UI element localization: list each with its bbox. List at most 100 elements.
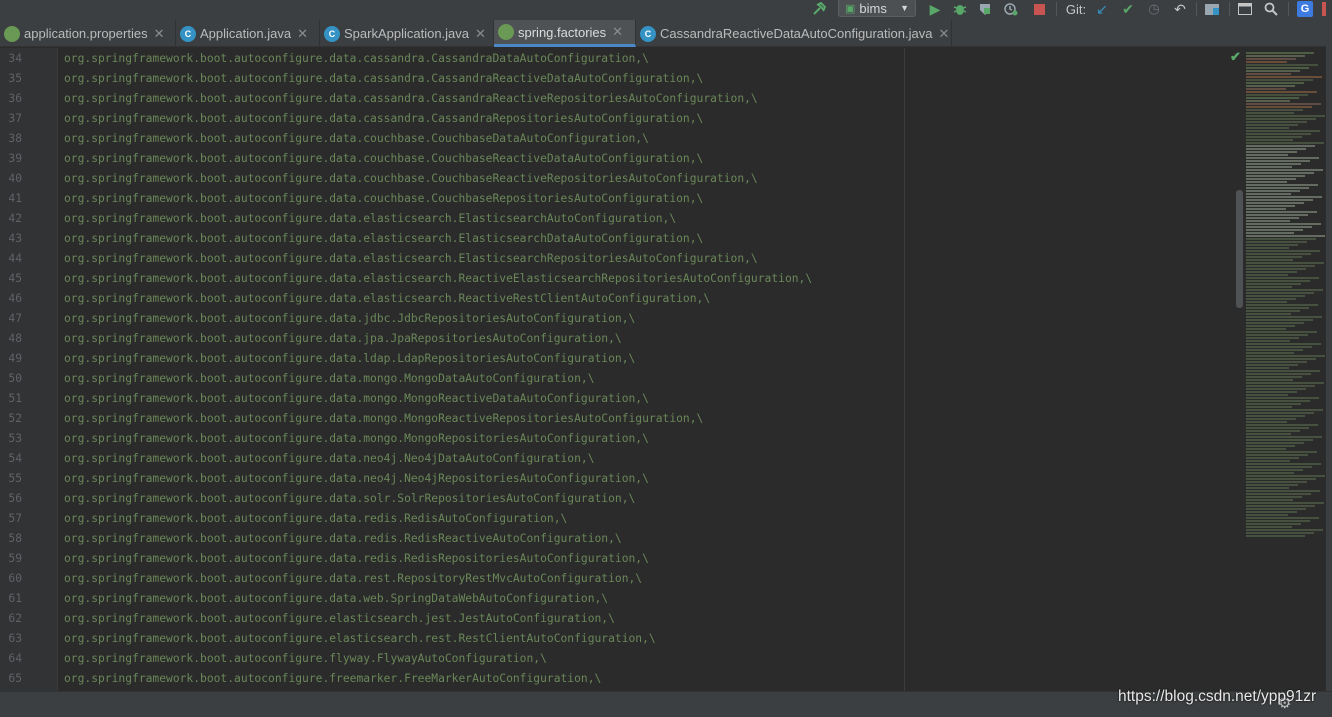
tab-cassandra-reactive-data-auto-configuration-java[interactable]: C CassandraReactiveDataAutoConfiguration… bbox=[636, 20, 952, 47]
code-line[interactable]: org.springframework.boot.autoconfigure.d… bbox=[64, 229, 703, 249]
tab-application-java[interactable]: C Application.java ✕ bbox=[176, 20, 320, 47]
minimap-line bbox=[1246, 121, 1307, 123]
line-number: 46 bbox=[8, 292, 22, 305]
code-line[interactable]: org.springframework.boot.autoconfigure.d… bbox=[64, 589, 608, 609]
minimap-line bbox=[1246, 82, 1304, 84]
minimap-line bbox=[1246, 97, 1299, 99]
code-line[interactable]: org.springframework.boot.autoconfigure.e… bbox=[64, 629, 656, 649]
code-line[interactable]: org.springframework.boot.autoconfigure.d… bbox=[64, 449, 595, 469]
minimap-line bbox=[1246, 454, 1308, 456]
code-line[interactable]: org.springframework.boot.autoconfigure.d… bbox=[64, 49, 649, 69]
rollback-icon[interactable]: ↶ bbox=[1171, 0, 1189, 18]
minimap-line bbox=[1246, 256, 1302, 258]
minimap-line bbox=[1246, 52, 1314, 54]
code-line[interactable]: org.springframework.boot.autoconfigure.d… bbox=[64, 249, 758, 269]
minimap-line bbox=[1246, 253, 1311, 255]
tab-label: SparkApplication.java bbox=[344, 26, 470, 41]
profile-icon[interactable] bbox=[1002, 0, 1020, 18]
close-icon[interactable]: ✕ bbox=[297, 26, 308, 42]
line-number: 48 bbox=[8, 332, 22, 345]
code-line[interactable]: org.springframework.boot.autoconfigure.d… bbox=[64, 189, 703, 209]
code-line[interactable]: org.springframework.boot.autoconfigure.d… bbox=[64, 429, 649, 449]
code-line[interactable]: org.springframework.boot.autoconfigure.d… bbox=[64, 69, 703, 89]
code-line[interactable]: org.springframework.boot.autoconfigure.d… bbox=[64, 569, 642, 589]
line-number: 53 bbox=[8, 432, 22, 445]
minimap-line bbox=[1246, 514, 1288, 516]
code-line[interactable]: org.springframework.boot.autoconfigure.d… bbox=[64, 89, 758, 109]
minimap-line bbox=[1246, 463, 1321, 465]
minimap-line bbox=[1246, 415, 1305, 417]
history-icon[interactable]: ◷ bbox=[1145, 0, 1163, 18]
minimap-line bbox=[1246, 163, 1301, 165]
line-number: 52 bbox=[8, 412, 22, 425]
minimap-line bbox=[1246, 460, 1290, 462]
code-line[interactable]: org.springframework.boot.autoconfigure.d… bbox=[64, 469, 649, 489]
close-icon[interactable]: ✕ bbox=[475, 26, 486, 42]
tab-application-properties[interactable]: application.properties ✕ bbox=[0, 20, 176, 47]
minimap-line bbox=[1246, 379, 1293, 381]
translate-icon[interactable]: G bbox=[1296, 0, 1314, 18]
code-editor[interactable]: 34 35 36 37 38 39 40 41 42 43 44 45 46 47 48 49 50 51 52 53… bbox=[0, 48, 1332, 691]
minimap-line bbox=[1246, 328, 1286, 330]
code-line[interactable]: org.springframework.boot.autoconfigure.d… bbox=[64, 529, 622, 549]
code-line[interactable]: org.springframework.boot.autoconfigure.d… bbox=[64, 109, 703, 129]
git-update-icon[interactable]: ↙ bbox=[1093, 0, 1111, 18]
code-line[interactable]: org.springframework.boot.autoconfigure.d… bbox=[64, 309, 635, 329]
chevron-down-icon: ▼ bbox=[900, 3, 909, 13]
close-icon[interactable]: ✕ bbox=[154, 26, 165, 42]
tab-spark-application-java[interactable]: C SparkApplication.java ✕ bbox=[320, 20, 494, 47]
minimap-line bbox=[1246, 436, 1322, 438]
code-line[interactable]: org.springframework.boot.autoconfigure.e… bbox=[64, 609, 615, 629]
code-line[interactable]: org.springframework.boot.autoconfigure.d… bbox=[64, 129, 649, 149]
tab-spring-factories[interactable]: spring.factories ✕ bbox=[494, 20, 636, 47]
minimap-line bbox=[1246, 238, 1316, 240]
minimap-line bbox=[1246, 166, 1292, 168]
code-line[interactable]: org.springframework.boot.autoconfigure.d… bbox=[64, 209, 676, 229]
minimap-line bbox=[1246, 64, 1318, 66]
vertical-scrollbar[interactable] bbox=[1236, 48, 1244, 691]
code-line[interactable]: org.springframework.boot.autoconfigure.d… bbox=[64, 409, 703, 429]
build-hammer-icon[interactable] bbox=[810, 0, 828, 18]
minimap-line bbox=[1246, 286, 1292, 288]
code-line[interactable]: org.springframework.boot.autoconfigure.d… bbox=[64, 549, 649, 569]
minimap-line bbox=[1246, 427, 1309, 429]
code-line[interactable]: org.springframework.boot.autoconfigure.d… bbox=[64, 169, 758, 189]
right-tool-window-strip[interactable] bbox=[1326, 0, 1332, 717]
close-icon[interactable]: ✕ bbox=[938, 26, 949, 42]
code-line[interactable]: org.springframework.boot.autoconfigure.d… bbox=[64, 389, 649, 409]
run-configuration-select[interactable]: ▣ bims ▼ bbox=[838, 0, 916, 17]
line-number-gutter[interactable]: 34 35 36 37 38 39 40 41 42 43 44 45 46 47 48 49 50 51 52 53… bbox=[0, 48, 58, 691]
minimap-line bbox=[1246, 520, 1310, 522]
stop-icon[interactable] bbox=[1030, 0, 1048, 18]
code-line[interactable]: org.springframework.boot.autoconfigure.d… bbox=[64, 509, 567, 529]
git-commit-icon[interactable]: ✔ bbox=[1119, 0, 1137, 18]
code-line[interactable]: org.springframework.boot.autoconfigure.d… bbox=[64, 349, 635, 369]
terminal-icon[interactable] bbox=[1236, 0, 1254, 18]
code-line[interactable]: org.springframework.boot.autoconfigure.f… bbox=[64, 669, 601, 689]
minimap-line bbox=[1246, 190, 1300, 192]
minimap-line bbox=[1246, 67, 1309, 69]
debug-icon[interactable] bbox=[951, 0, 969, 18]
code-line[interactable]: org.springframework.boot.autoconfigure.d… bbox=[64, 489, 635, 509]
minimap-line bbox=[1246, 391, 1297, 393]
code-line[interactable]: org.springframework.boot.autoconfigure.d… bbox=[64, 369, 595, 389]
search-icon[interactable] bbox=[1262, 0, 1280, 18]
scrollbar-thumb[interactable] bbox=[1236, 190, 1243, 308]
code-minimap[interactable] bbox=[1244, 48, 1326, 691]
code-line[interactable]: org.springframework.boot.autoconfigure.d… bbox=[64, 149, 703, 169]
minimap-line bbox=[1246, 421, 1287, 423]
code-line[interactable]: org.springframework.boot.autoconfigure.f… bbox=[64, 649, 547, 669]
watermark-text: https://blog.csdn.net/ypp91zr bbox=[1118, 688, 1317, 705]
coverage-icon[interactable] bbox=[976, 0, 994, 18]
minimap-line bbox=[1246, 358, 1316, 360]
minimap-line bbox=[1246, 247, 1289, 249]
minimap-line bbox=[1246, 61, 1287, 63]
code-line[interactable]: org.springframework.boot.autoconfigure.d… bbox=[64, 329, 622, 349]
close-icon[interactable]: ✕ bbox=[612, 24, 623, 40]
run-icon[interactable]: ▶ bbox=[926, 0, 944, 18]
minimap-line bbox=[1246, 226, 1312, 228]
code-line[interactable]: org.springframework.boot.autoconfigure.d… bbox=[64, 289, 710, 309]
code-line[interactable]: org.springframework.boot.autoconfigure.d… bbox=[64, 269, 812, 289]
project-structure-icon[interactable] bbox=[1203, 0, 1221, 18]
minimap-line bbox=[1246, 466, 1312, 468]
